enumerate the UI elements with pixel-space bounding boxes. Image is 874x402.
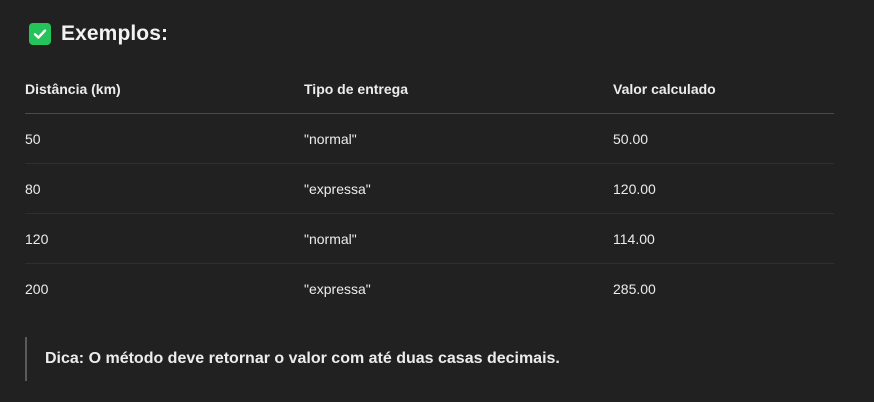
cell-delivery-type: "normal" [304, 213, 613, 264]
examples-table: Distância (km) Tipo de entrega Valor cal… [25, 64, 834, 313]
cell-delivery-type: "expressa" [304, 163, 613, 214]
examples-heading: Exemplos: [29, 21, 168, 47]
header-calculated-value: Valor calculado [613, 64, 834, 114]
table-header-row: Distância (km) Tipo de entrega Valor cal… [25, 64, 834, 114]
table-row: 200 "expressa" 285.00 [25, 264, 834, 314]
table-row: 80 "expressa" 120.00 [25, 163, 834, 214]
cell-delivery-type: "expressa" [304, 280, 371, 297]
check-box-icon [29, 23, 51, 45]
cell-value: 285.00 [613, 280, 656, 297]
cell-value: 114.00 [613, 213, 834, 264]
heading-title: Exemplos: [61, 22, 169, 45]
tip-blockquote: Dica: O método deve retornar o valor com… [25, 337, 560, 381]
cell-distance: 80 [25, 163, 304, 214]
table-row: 50 "normal" 50.00 [25, 113, 834, 164]
table-row: 120 "normal" 114.00 [25, 213, 834, 264]
cell-value: 50.00 [613, 113, 834, 164]
cell-value: 120.00 [613, 163, 834, 214]
cell-distance: 120 [25, 213, 304, 264]
cell-distance: 200 [25, 280, 49, 297]
tip-text: Dica: O método deve retornar o valor com… [45, 350, 560, 367]
header-distance: Distância (km) [25, 64, 304, 114]
header-delivery-type: Tipo de entrega [304, 64, 613, 114]
cell-delivery-type: "normal" [304, 113, 613, 164]
cell-distance: 50 [25, 113, 304, 164]
